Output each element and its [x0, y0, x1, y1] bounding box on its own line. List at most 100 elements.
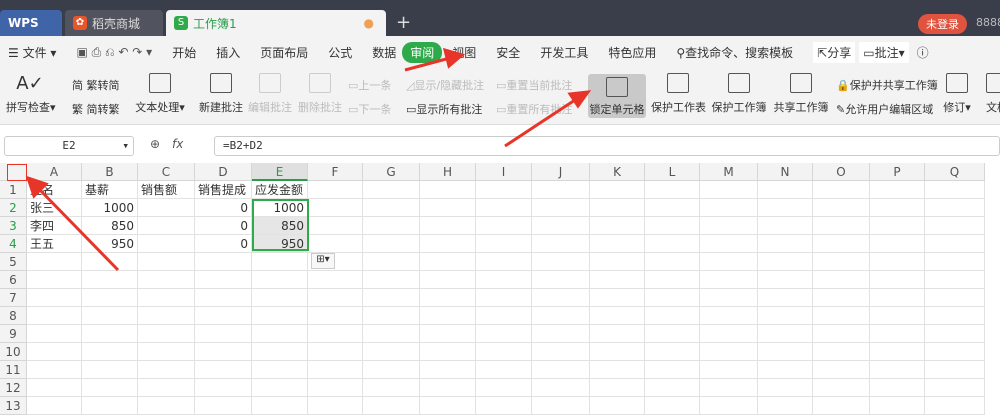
- cell-E12[interactable]: [252, 379, 308, 397]
- cell-F7[interactable]: [308, 289, 363, 307]
- cell-G9[interactable]: [363, 325, 420, 343]
- cell-N3[interactable]: [758, 217, 813, 235]
- tab-workbook[interactable]: S 工作簿1 ●: [166, 10, 386, 36]
- cell-H5[interactable]: [420, 253, 476, 271]
- cell-I12[interactable]: [476, 379, 532, 397]
- new-comment-button[interactable]: 新建批注: [198, 69, 244, 115]
- cell-L8[interactable]: [645, 307, 700, 325]
- cell-B4[interactable]: 950: [82, 235, 138, 253]
- column-header-F[interactable]: F: [308, 163, 363, 181]
- cell-Q3[interactable]: [925, 217, 985, 235]
- cell-M5[interactable]: [700, 253, 758, 271]
- cell-Q12[interactable]: [925, 379, 985, 397]
- cell-B6[interactable]: [82, 271, 138, 289]
- cell-G6[interactable]: [363, 271, 420, 289]
- cell-A11[interactable]: [27, 361, 82, 379]
- row-header-8[interactable]: 8: [0, 307, 27, 325]
- cell-P13[interactable]: [870, 397, 925, 415]
- cell-C1[interactable]: 销售额: [138, 181, 195, 199]
- cell-N10[interactable]: [758, 343, 813, 361]
- column-header-C[interactable]: C: [138, 163, 195, 181]
- cell-C2[interactable]: [138, 199, 195, 217]
- cell-F13[interactable]: [308, 397, 363, 415]
- column-header-I[interactable]: I: [476, 163, 532, 181]
- cell-I1[interactable]: [476, 181, 532, 199]
- cell-L7[interactable]: [645, 289, 700, 307]
- cell-G8[interactable]: [363, 307, 420, 325]
- column-header-Q[interactable]: Q: [925, 163, 985, 181]
- cell-E9[interactable]: [252, 325, 308, 343]
- cell-B12[interactable]: [82, 379, 138, 397]
- cell-B13[interactable]: [82, 397, 138, 415]
- cell-D8[interactable]: [195, 307, 252, 325]
- row-header-11[interactable]: 11: [0, 361, 27, 379]
- cell-C10[interactable]: [138, 343, 195, 361]
- cell-E6[interactable]: [252, 271, 308, 289]
- column-header-A[interactable]: A: [27, 163, 82, 181]
- cell-K2[interactable]: [590, 199, 645, 217]
- cell-D3[interactable]: 0: [195, 217, 252, 235]
- cell-O1[interactable]: [813, 181, 870, 199]
- cell-A2[interactable]: 张三: [27, 199, 82, 217]
- cell-B7[interactable]: [82, 289, 138, 307]
- cell-A13[interactable]: [27, 397, 82, 415]
- toggle-comments-button[interactable]: ◿显示/隐藏批注: [406, 77, 484, 93]
- cell-P8[interactable]: [870, 307, 925, 325]
- cell-K7[interactable]: [590, 289, 645, 307]
- cell-A8[interactable]: [27, 307, 82, 325]
- cell-K6[interactable]: [590, 271, 645, 289]
- cell-L13[interactable]: [645, 397, 700, 415]
- cell-Q9[interactable]: [925, 325, 985, 343]
- cell-F9[interactable]: [308, 325, 363, 343]
- cell-A12[interactable]: [27, 379, 82, 397]
- cell-O5[interactable]: [813, 253, 870, 271]
- cell-G13[interactable]: [363, 397, 420, 415]
- cell-H3[interactable]: [420, 217, 476, 235]
- cell-L1[interactable]: [645, 181, 700, 199]
- cell-L2[interactable]: [645, 199, 700, 217]
- cell-E5[interactable]: [252, 253, 308, 271]
- cell-O2[interactable]: [813, 199, 870, 217]
- cell-N13[interactable]: [758, 397, 813, 415]
- reset-all-comments-button[interactable]: ▭重置所有批注: [496, 101, 572, 117]
- cell-M6[interactable]: [700, 271, 758, 289]
- cell-H8[interactable]: [420, 307, 476, 325]
- cell-P2[interactable]: [870, 199, 925, 217]
- menu-page-layout[interactable]: 页面布局: [260, 44, 308, 61]
- row-header-12[interactable]: 12: [0, 379, 27, 397]
- cell-N2[interactable]: [758, 199, 813, 217]
- cell-K12[interactable]: [590, 379, 645, 397]
- cell-O13[interactable]: [813, 397, 870, 415]
- row-header-3[interactable]: 3: [0, 217, 27, 235]
- row-header-7[interactable]: 7: [0, 289, 27, 307]
- row-header-2[interactable]: 2: [0, 199, 27, 217]
- cell-M12[interactable]: [700, 379, 758, 397]
- cell-M2[interactable]: [700, 199, 758, 217]
- menu-insert[interactable]: 插入: [216, 44, 240, 61]
- cell-E11[interactable]: [252, 361, 308, 379]
- delete-comment-button[interactable]: 删除批注: [298, 69, 342, 115]
- cell-M1[interactable]: [700, 181, 758, 199]
- cell-B1[interactable]: 基薪: [82, 181, 138, 199]
- menu-formula[interactable]: 公式: [328, 44, 352, 61]
- cell-C8[interactable]: [138, 307, 195, 325]
- cell-A7[interactable]: [27, 289, 82, 307]
- cell-Q4[interactable]: [925, 235, 985, 253]
- cell-O4[interactable]: [813, 235, 870, 253]
- tab-docer[interactable]: ✿ 稻壳商城: [65, 10, 163, 36]
- cell-P7[interactable]: [870, 289, 925, 307]
- protect-workbook-button[interactable]: 保护工作簿: [711, 69, 767, 115]
- new-tab-button[interactable]: +: [396, 12, 411, 33]
- cell-J12[interactable]: [532, 379, 590, 397]
- column-header-B[interactable]: B: [82, 163, 138, 181]
- cell-J3[interactable]: [532, 217, 590, 235]
- cell-J6[interactable]: [532, 271, 590, 289]
- cell-E1[interactable]: 应发金额: [252, 181, 308, 199]
- cell-D2[interactable]: 0: [195, 199, 252, 217]
- document-button[interactable]: 文档: [982, 69, 1000, 115]
- cell-I11[interactable]: [476, 361, 532, 379]
- cell-I5[interactable]: [476, 253, 532, 271]
- cell-D6[interactable]: [195, 271, 252, 289]
- cell-D7[interactable]: [195, 289, 252, 307]
- cell-D13[interactable]: [195, 397, 252, 415]
